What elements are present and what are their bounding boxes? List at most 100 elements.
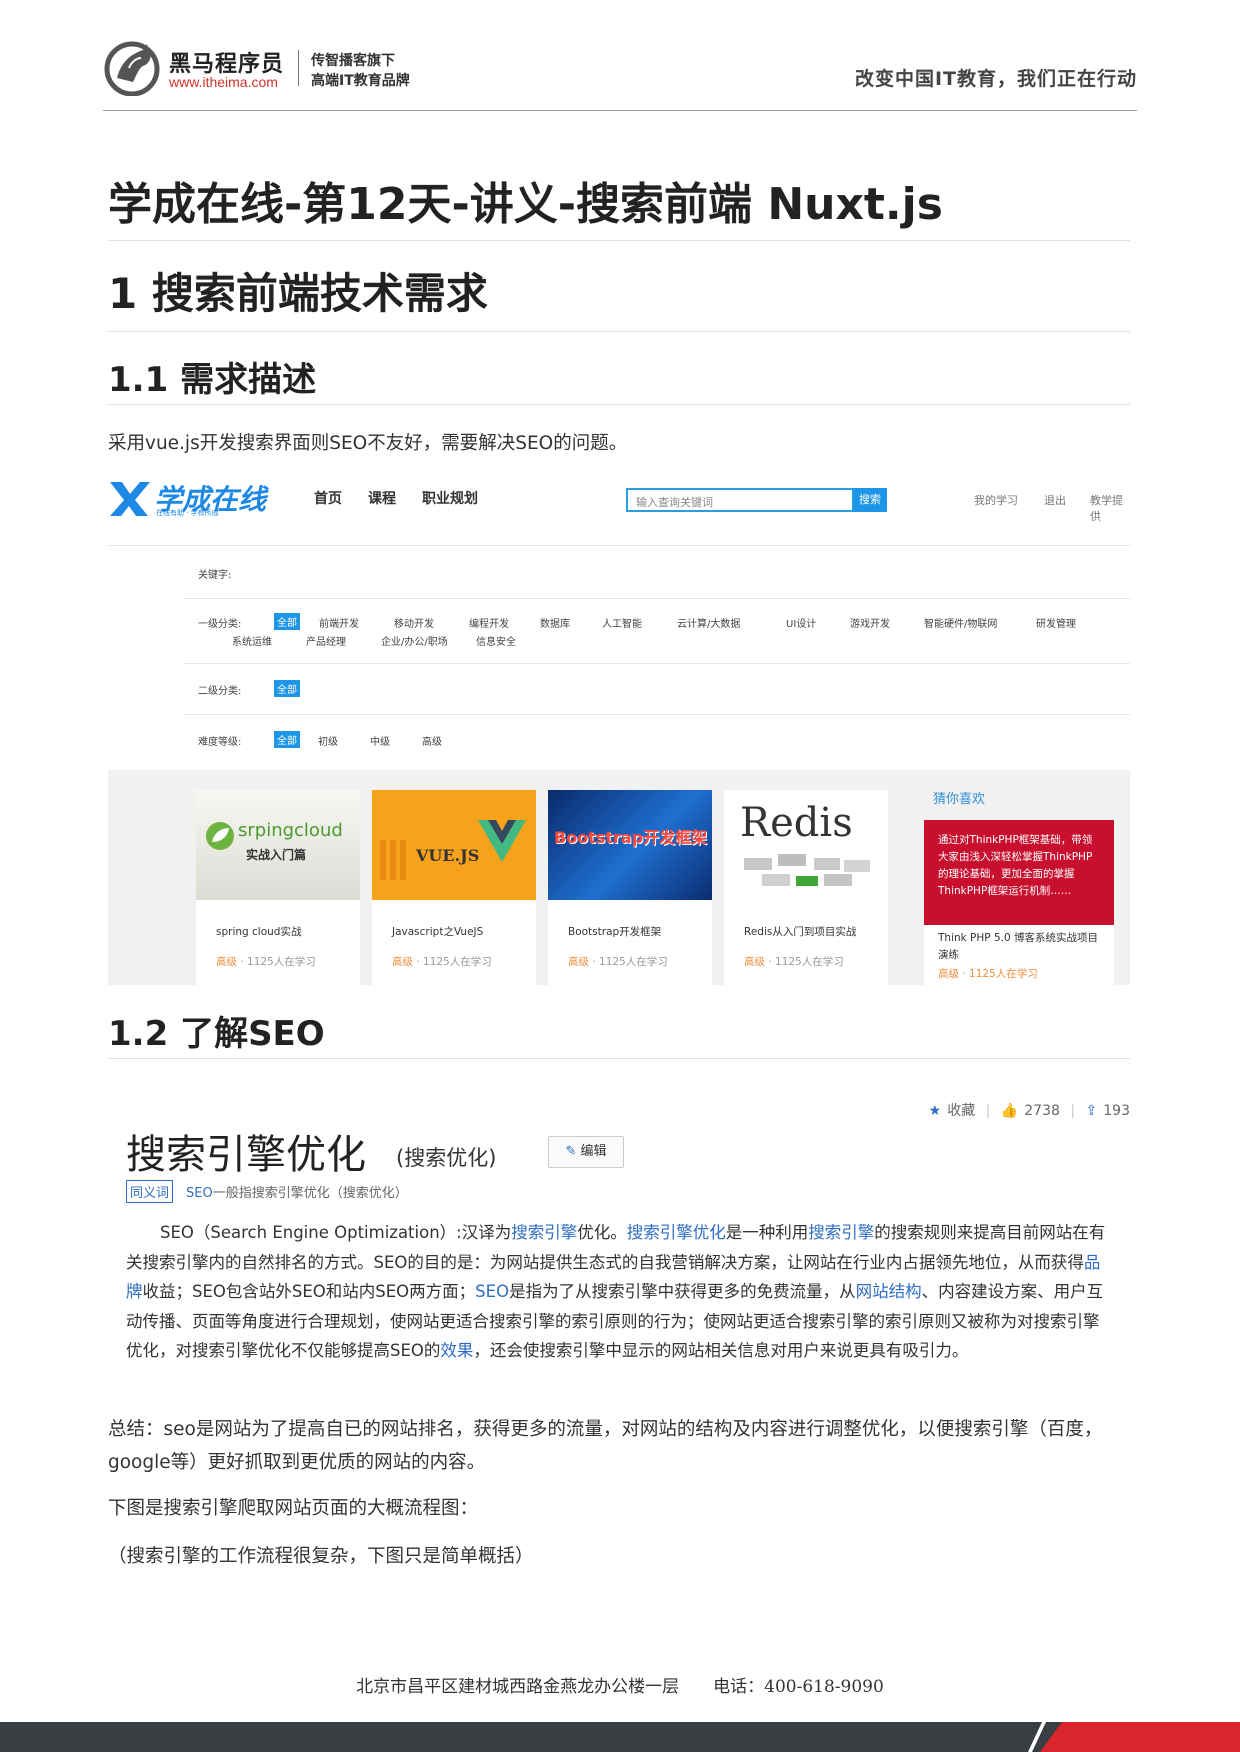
xc-difficulty-option[interactable]: 初级 bbox=[318, 733, 338, 748]
synonym-text: 一般指搜索引擎优化（搜索优化） bbox=[212, 1186, 408, 1201]
edit-button[interactable]: ✎ 编辑 bbox=[548, 1136, 624, 1168]
xc-difficulty-row: 难度等级: 全部 初级 中级 高级 bbox=[184, 715, 1130, 770]
guess-course-banner: 通过对ThinkPHP框架基础，带领大家由浅入深轻松掌握ThinkPHP的理论基… bbox=[924, 820, 1114, 925]
course-level: 高级 bbox=[568, 956, 589, 968]
vue-logo-icon bbox=[478, 820, 526, 862]
xc-difficulty-option[interactable]: 中级 bbox=[370, 733, 390, 748]
baike-body-text: ，还会使搜索引擎中显示的网站相关信息对用户来说更具有吸引力。 bbox=[473, 1341, 969, 1360]
xc-level1-option[interactable]: 产品经理 bbox=[306, 633, 346, 648]
course-card[interactable]: srpingcloud 实战入门篇 spring cloud实战 高级 · 11… bbox=[196, 790, 360, 985]
edit-label: 编辑 bbox=[580, 1144, 607, 1159]
brand-tagline-2: 高端IT教育品牌 bbox=[311, 73, 410, 89]
course-thumbnail: Redis bbox=[724, 790, 888, 900]
xc-level1-option[interactable]: 全部 bbox=[274, 613, 300, 630]
xc-level1-option[interactable]: 前端开发 bbox=[319, 615, 359, 630]
favorite-label[interactable]: 收藏 bbox=[947, 1103, 975, 1119]
baike-subtitle: (搜索优化) bbox=[396, 1146, 497, 1170]
xc-keyword-row: 关键字: bbox=[184, 546, 1130, 599]
baike-body-text: 优化。 bbox=[577, 1223, 627, 1242]
baike-body-link[interactable]: 搜索引擎优化 bbox=[627, 1223, 726, 1242]
course-card[interactable]: Bootstrap开发框架 Bootstrap开发框架 高级 · 1125人在学… bbox=[548, 790, 712, 985]
xc-nav-courses[interactable]: 课程 bbox=[368, 488, 396, 508]
xc-search-button[interactable]: 搜索 bbox=[853, 488, 887, 512]
separator: | bbox=[985, 1103, 991, 1119]
course-title: spring cloud实战 bbox=[216, 926, 302, 938]
xc-level1-option[interactable]: 信息安全 bbox=[476, 633, 516, 648]
divider bbox=[108, 331, 1130, 332]
synonym-line: SEO一般指搜索引擎优化（搜索优化） bbox=[186, 1182, 408, 1201]
course-title: Javascript之VueJS bbox=[392, 926, 484, 938]
course-thumb-text: srpingcloud bbox=[238, 820, 343, 841]
separator: | bbox=[1070, 1103, 1076, 1119]
course-learners: · 1125人在学习 bbox=[416, 956, 492, 968]
brand-tagline-1: 传智播客旗下 bbox=[311, 53, 395, 69]
baike-body-text: SEO（Search Engine Optimization）:汉译为 bbox=[160, 1223, 512, 1242]
xc-nav-home[interactable]: 首页 bbox=[314, 488, 342, 508]
star-icon[interactable]: ★ bbox=[929, 1103, 942, 1119]
course-learners: · 1125人在学习 bbox=[768, 956, 844, 968]
baike-body-link[interactable]: SEO bbox=[475, 1282, 509, 1301]
synonym-link[interactable]: SEO bbox=[186, 1186, 213, 1201]
footer-accent bbox=[1040, 1722, 1240, 1752]
baike-body-link[interactable]: 搜索引擎 bbox=[511, 1223, 577, 1242]
course-level: 高级 bbox=[216, 956, 237, 968]
course-thumb-text: VUE.JS bbox=[416, 846, 480, 865]
baike-body-link[interactable]: 效果 bbox=[440, 1341, 473, 1360]
section-1-2-title: 1.2 了解SEO bbox=[108, 1014, 325, 1054]
xc-logo-icon bbox=[110, 482, 150, 516]
flowchart-intro: 下图是搜索引擎爬取网站页面的大概流程图： bbox=[108, 1498, 479, 1519]
xc-level1-option[interactable]: 编程开发 bbox=[469, 615, 509, 630]
xc-level2-option[interactable]: 全部 bbox=[274, 680, 300, 697]
section-1-1-text: 采用vue.js开发搜索界面则SEO不友好，需要解决SEO的问题。 bbox=[108, 433, 628, 454]
course-learners: · 1125人在学习 bbox=[240, 956, 316, 968]
course-card[interactable]: VUE.JS Javascript之VueJS 高级 · 1125人在学习 bbox=[372, 790, 536, 985]
xc-level2-label: 二级分类: bbox=[198, 686, 242, 697]
share-icon[interactable]: ⇪ bbox=[1086, 1103, 1098, 1119]
page-header: 黑马程序员 www.itheima.com 传智播客旗下 高端IT教育品牌 改变… bbox=[103, 38, 1137, 111]
xc-my-learning-link[interactable]: 我的学习 bbox=[974, 492, 1018, 508]
baike-body-link[interactable]: 搜索引擎 bbox=[808, 1223, 874, 1242]
xc-level1-option[interactable]: 云计算/大数据 bbox=[677, 615, 740, 630]
xc-navbar: 学成在线 在线有助 · 学有所成 首页 课程 职业规划 输入查询关键词 搜索 我… bbox=[108, 470, 1130, 546]
course-thumb-text: Redis bbox=[740, 800, 853, 846]
xc-level1-option[interactable]: 系统运维 bbox=[232, 633, 272, 648]
xc-level1-option[interactable]: 游戏开发 bbox=[850, 615, 890, 630]
section-1-1-title: 1.1 需求描述 bbox=[108, 360, 317, 400]
course-thumbnail: srpingcloud 实战入门篇 bbox=[196, 790, 360, 900]
divider bbox=[108, 240, 1130, 241]
xc-search-input[interactable]: 输入查询关键词 bbox=[626, 488, 854, 512]
xc-level1-option[interactable]: 移动开发 bbox=[394, 615, 434, 630]
guess-course-card[interactable]: 通过对ThinkPHP框架基础，带领大家由浅入深轻松掌握ThinkPHP的理论基… bbox=[924, 820, 1114, 985]
spring-leaf-icon bbox=[206, 822, 234, 850]
brand-url: www.itheima.com bbox=[169, 74, 278, 90]
xc-level1-option[interactable]: 数据库 bbox=[540, 615, 570, 630]
xc-nav-career[interactable]: 职业规划 bbox=[422, 488, 478, 508]
brand-divider bbox=[298, 50, 299, 86]
xc-difficulty-option[interactable]: 全部 bbox=[274, 731, 300, 748]
course-meta: 高级 · 1125人在学习 bbox=[568, 954, 668, 969]
redis-blocks-icon bbox=[744, 854, 870, 886]
xc-level1-row: 一级分类: 全部 前端开发 移动开发 编程开发 数据库 人工智能 云计算/大数据… bbox=[184, 599, 1130, 664]
xc-logout-link[interactable]: 退出 bbox=[1044, 492, 1066, 508]
xc-level1-option[interactable]: 企业/办公/职场 bbox=[381, 633, 448, 648]
xc-level2-row: 二级分类: 全部 bbox=[184, 664, 1130, 715]
xc-difficulty-option[interactable]: 高级 bbox=[422, 733, 442, 748]
xc-level1-option[interactable]: 人工智能 bbox=[602, 615, 642, 630]
course-thumb-text: Bootstrap开发框架 bbox=[554, 828, 708, 847]
xc-level1-option[interactable]: UI设计 bbox=[786, 615, 816, 630]
course-meta: 高级 · 1125人在学习 bbox=[216, 954, 316, 969]
baike-body-link[interactable]: 网站结构 bbox=[856, 1282, 922, 1301]
thumb-up-icon[interactable]: 👍 bbox=[1001, 1103, 1018, 1119]
like-count: 2738 bbox=[1024, 1103, 1060, 1119]
xc-level1-option[interactable]: 研发管理 bbox=[1036, 615, 1076, 630]
xuecheng-search-screenshot: 学成在线 在线有助 · 学有所成 首页 课程 职业规划 输入查询关键词 搜索 我… bbox=[108, 470, 1130, 985]
xc-logo-slogan: 在线有助 · 学有所成 bbox=[156, 509, 219, 517]
baike-body: SEO（Search Engine Optimization）:汉译为搜索引擎优… bbox=[126, 1218, 1106, 1366]
xc-teaching-link[interactable]: 教学提供 bbox=[1090, 492, 1130, 524]
course-card[interactable]: Redis Redis从入门到项目实战 高级 · 1125人在学习 bbox=[724, 790, 888, 985]
horse-logo-icon bbox=[104, 41, 160, 96]
guess-course-title: Think PHP 5.0 博客系统实战项目演练 bbox=[938, 932, 1098, 961]
xc-keyword-label: 关键字: bbox=[198, 570, 232, 581]
section-1-title: 1 搜索前端技术需求 bbox=[108, 269, 488, 318]
xc-level1-option[interactable]: 智能硬件/物联网 bbox=[924, 615, 997, 630]
